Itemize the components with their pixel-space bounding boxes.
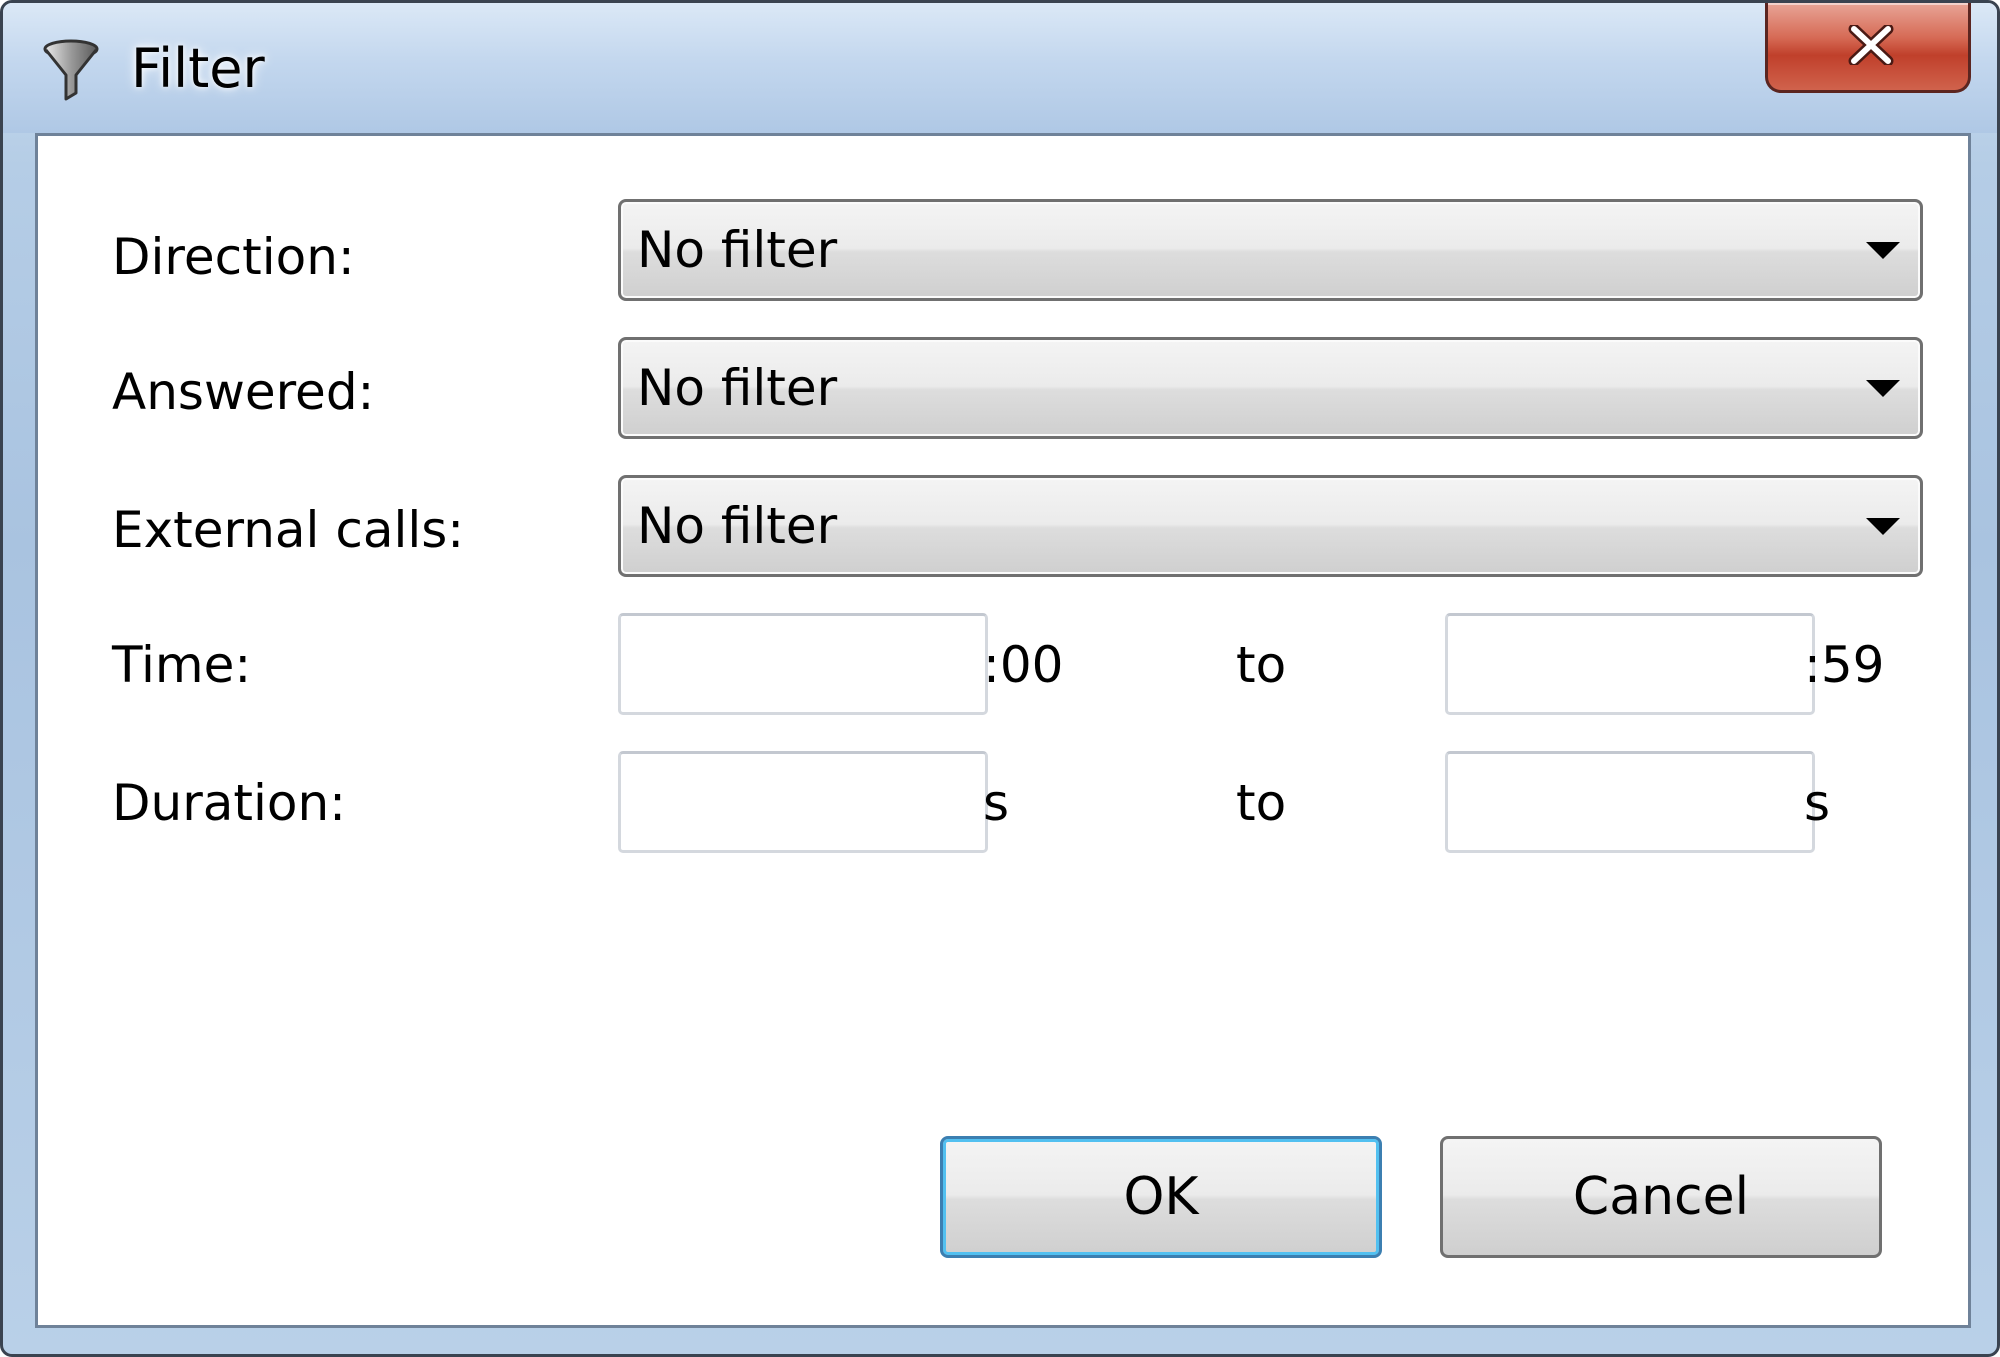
time-label: Time: [112,636,252,694]
chevron-down-icon [1866,380,1900,397]
time-to-suffix: :59 [1804,636,1885,694]
time-from-input[interactable] [618,613,988,715]
cancel-button[interactable]: Cancel [1440,1136,1882,1258]
time-from-suffix: :00 [983,636,1064,694]
answered-select[interactable]: No filter [618,337,1923,439]
external-calls-select[interactable]: No filter [618,475,1923,577]
duration-from-suffix: s [983,774,1010,832]
duration-to-suffix: s [1804,774,1831,832]
window-title: Filter [131,37,265,100]
ok-button[interactable]: OK [940,1136,1382,1258]
external-calls-label: External calls: [112,501,465,559]
title-bar[interactable]: Filter [3,3,1997,133]
answered-label: Answered: [112,363,375,421]
direction-select-value: No filter [637,221,838,279]
dialog-content: Direction: No filter Answered: No filter… [35,133,1971,1328]
chevron-down-icon [1866,518,1900,535]
answered-select-value: No filter [637,359,838,417]
close-button[interactable] [1765,3,1971,93]
duration-to-label: to [1236,774,1287,832]
time-to-label: to [1236,636,1287,694]
external-calls-select-value: No filter [637,497,838,555]
direction-select[interactable]: No filter [618,199,1923,301]
duration-to-input[interactable] [1445,751,1815,853]
filter-dialog: Filter Direction: No filter Answered: No… [0,0,2000,1357]
time-to-input[interactable] [1445,613,1815,715]
chevron-down-icon [1866,242,1900,259]
duration-label: Duration: [112,774,347,832]
direction-label: Direction: [112,228,355,286]
duration-from-input[interactable] [618,751,988,853]
funnel-icon [41,37,101,103]
